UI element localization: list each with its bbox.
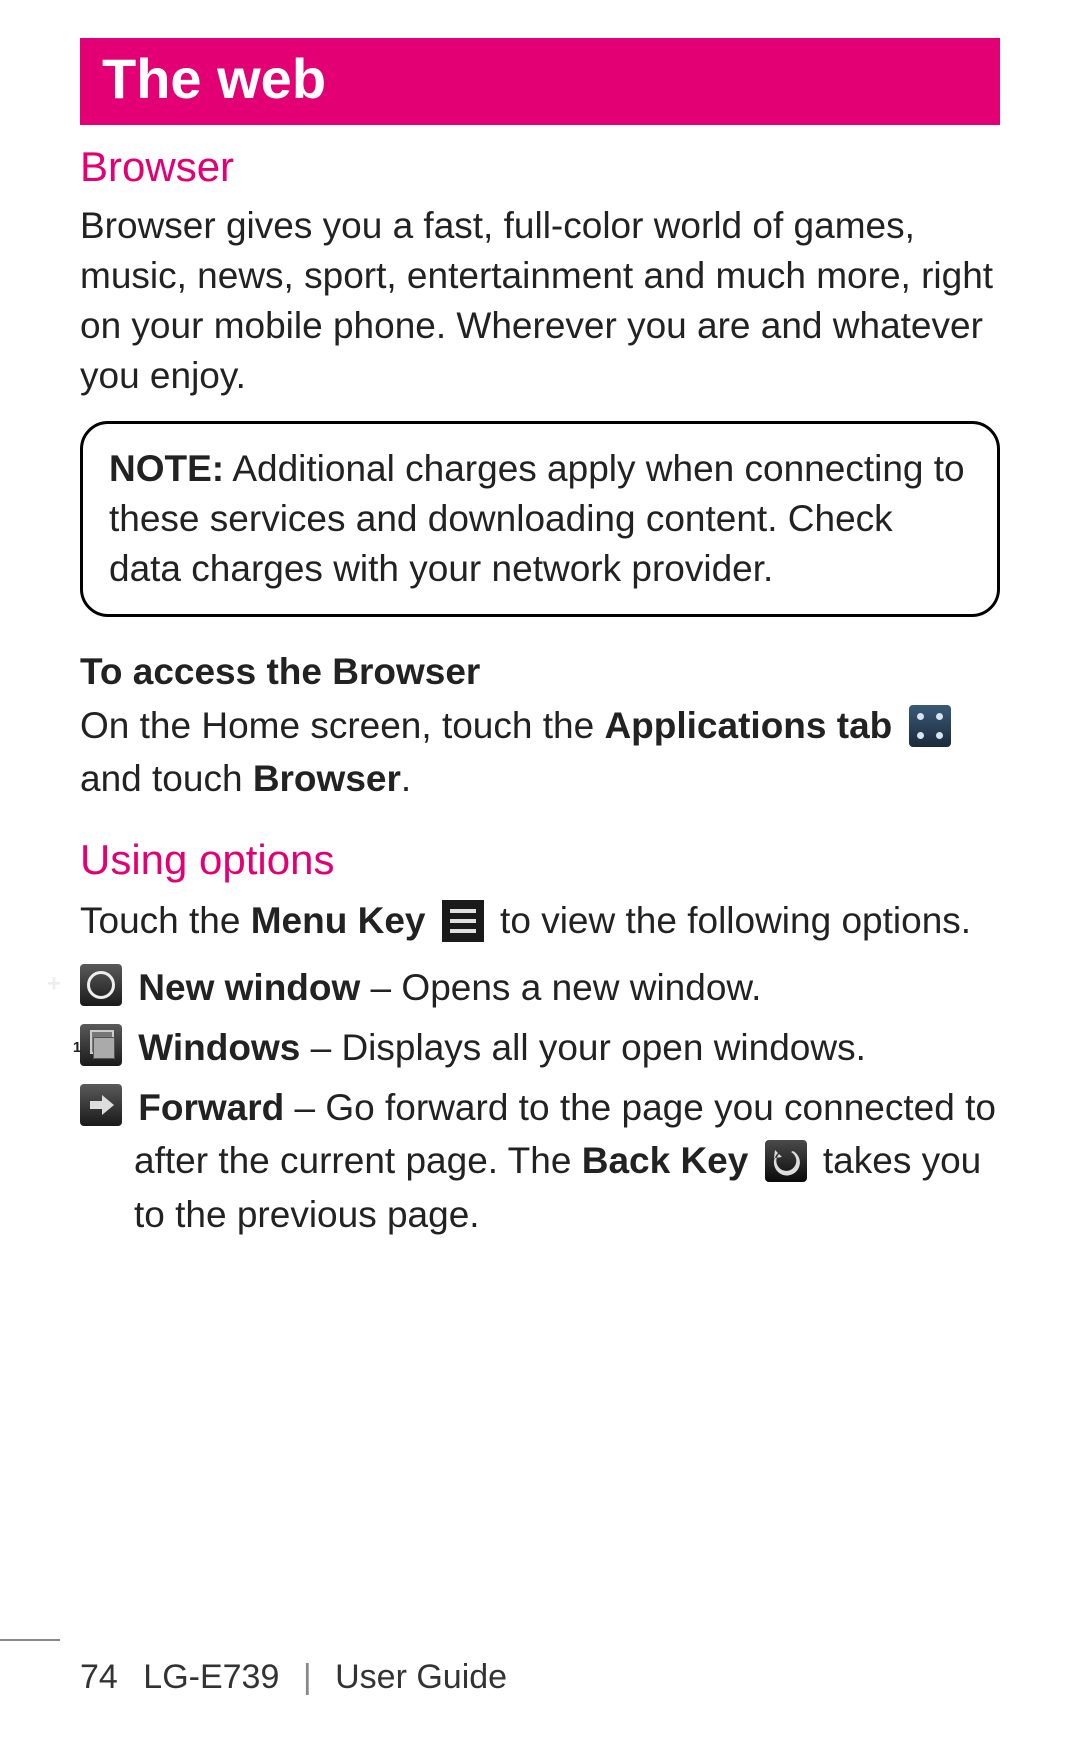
footer-rule [0, 1639, 60, 1641]
page-footer: 74 LG-E739 | User Guide [0, 1658, 1080, 1697]
applications-tab-icon [909, 705, 951, 747]
guide-label: User Guide [335, 1658, 507, 1696]
note-text: Additional charges apply when connecting… [109, 448, 965, 589]
device-model: LG-E739 [143, 1658, 279, 1696]
text: and touch [80, 758, 253, 799]
footer-separator: | [303, 1658, 312, 1696]
note-box: NOTE: Additional charges apply when conn… [80, 421, 1000, 617]
page-number: 74 [80, 1658, 118, 1697]
option-name: Windows [138, 1027, 300, 1068]
menu-key-icon [442, 900, 484, 942]
section-heading-using-options: Using options [80, 836, 1000, 884]
options-intro: Touch the Menu Key to view the following… [80, 894, 1000, 948]
access-instruction: On the Home screen, touch the Applicatio… [80, 699, 1000, 806]
text: to view the following options. [490, 900, 971, 941]
option-new-window: New window – Opens a new window. [80, 961, 1000, 1015]
option-desc: – Displays all your open windows. [300, 1027, 866, 1068]
chapter-title: The web [80, 38, 1000, 125]
menu-key-label: Menu Key [251, 900, 426, 941]
browser-label: Browser [253, 758, 401, 799]
forward-icon [80, 1084, 122, 1126]
text: Touch the [80, 900, 251, 941]
manual-page: The web Browser Browser gives you a fast… [0, 0, 1080, 1761]
option-desc: – Opens a new window. [360, 967, 761, 1008]
option-name: Forward [138, 1087, 284, 1128]
note-label: NOTE: [109, 448, 224, 489]
new-window-icon [80, 964, 122, 1006]
subheading-access-browser: To access the Browser [80, 651, 1000, 693]
text: . [401, 758, 411, 799]
browser-description: Browser gives you a fast, full-color wor… [80, 201, 1000, 401]
text: On the Home screen, touch the [80, 705, 604, 746]
back-key-label: Back Key [582, 1140, 749, 1181]
section-heading-browser: Browser [80, 143, 1000, 191]
back-key-icon [765, 1140, 807, 1182]
applications-tab-label: Applications tab [604, 705, 892, 746]
windows-icon [80, 1024, 122, 1066]
option-name: New window [138, 967, 360, 1008]
option-forward: Forward – Go forward to the page you con… [80, 1081, 1000, 1242]
option-windows: Windows – Displays all your open windows… [80, 1021, 1000, 1075]
